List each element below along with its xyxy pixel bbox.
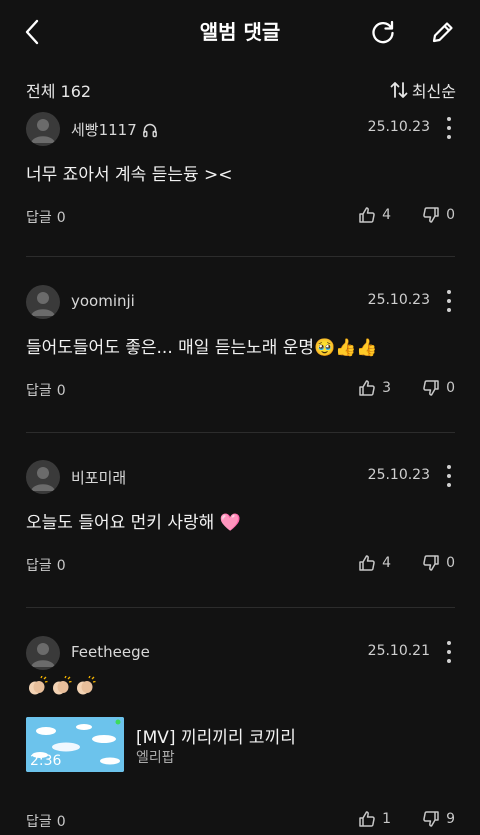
- username-text: 세빵1117: [71, 121, 137, 139]
- comment-footer: 답글 0 4 0: [26, 554, 455, 576]
- reply-label: 답글: [26, 814, 52, 830]
- back-button[interactable]: [18, 16, 46, 48]
- avatar[interactable]: [26, 636, 60, 670]
- thumbs-down-icon: [423, 811, 439, 827]
- pencil-icon: [432, 22, 453, 43]
- comment-date: 25.10.23: [367, 292, 430, 308]
- like-count: 3: [382, 380, 391, 396]
- thumbs-up-icon: [359, 555, 375, 571]
- username-text: 비포미래: [71, 469, 127, 487]
- user-avatar-icon: [31, 292, 55, 316]
- app-header: 앨범 댓글: [0, 0, 480, 62]
- clapping-hands-icon: [29, 676, 48, 695]
- comment-header: yoominji 25.10.23: [26, 285, 456, 319]
- comment-footer: 답글 0 3 0: [26, 379, 455, 401]
- track-title: [MV] 끼리끼리 코끼리: [136, 728, 296, 748]
- edit-button[interactable]: [428, 16, 458, 48]
- like-button[interactable]: 4: [358, 206, 391, 224]
- comment-emoji: [26, 676, 96, 696]
- dislike-count: 0: [446, 380, 455, 396]
- comment-date: 25.10.21: [367, 643, 430, 659]
- more-options-button[interactable]: [442, 115, 456, 141]
- chevron-left-icon: [25, 19, 39, 45]
- video-thumbnail[interactable]: 2:36: [26, 717, 124, 772]
- avatar[interactable]: [26, 285, 60, 319]
- like-count: 1: [382, 811, 391, 827]
- refresh-button[interactable]: [368, 16, 398, 48]
- divider: [26, 256, 455, 257]
- thumbs-up-icon: [359, 380, 375, 396]
- reply-label: 답글: [26, 383, 52, 399]
- sort-button[interactable]: 최신순: [390, 78, 456, 102]
- username-text: Feetheege: [71, 643, 150, 661]
- page-title: 앨범 댓글: [199, 20, 281, 44]
- avatar[interactable]: [26, 460, 60, 494]
- reply-count: 0: [56, 383, 66, 399]
- dislike-count: 9: [446, 811, 455, 827]
- like-button[interactable]: 1: [358, 810, 391, 828]
- more-options-button[interactable]: [442, 639, 456, 665]
- dislike-button[interactable]: 9: [422, 810, 455, 828]
- user-avatar-icon: [31, 643, 55, 667]
- comment-date: 25.10.23: [367, 467, 430, 483]
- clapping-hands-icon: [53, 676, 72, 695]
- divider: [26, 432, 455, 433]
- comment-date: 25.10.23: [367, 119, 430, 135]
- like-count: 4: [382, 207, 391, 223]
- reply-count: 0: [56, 814, 66, 830]
- thumbs-up-icon: [359, 811, 375, 827]
- thumbs-down-icon: [423, 555, 439, 571]
- like-button[interactable]: 4: [358, 554, 391, 572]
- reply-button[interactable]: 답글 0: [26, 811, 66, 831]
- dislike-button[interactable]: 0: [422, 554, 455, 572]
- reply-button[interactable]: 답글 0: [26, 380, 66, 400]
- sort-label: 최신순: [411, 82, 456, 101]
- dislike-count: 0: [446, 555, 455, 571]
- reply-label: 답글: [26, 558, 52, 574]
- comment-summary: 전체 162 최신순: [26, 78, 456, 102]
- thumbs-up-icon: [359, 207, 375, 223]
- reply-button[interactable]: 답글 0: [26, 207, 66, 227]
- clapping-hands-icon: [77, 676, 96, 695]
- comment-header: 세빵1117 25.10.23: [26, 112, 456, 146]
- attached-track[interactable]: 2:36 [MV] 끼리끼리 코끼리 엘리팝: [26, 717, 446, 773]
- reply-count: 0: [56, 558, 66, 574]
- username-text: yoominji: [71, 292, 135, 310]
- video-duration: 2:36: [30, 753, 62, 769]
- refresh-icon: [372, 20, 394, 44]
- username[interactable]: Feetheege: [71, 643, 150, 661]
- dislike-button[interactable]: 0: [422, 206, 455, 224]
- comment-header: Feetheege 25.10.21: [26, 636, 456, 670]
- comment-text: 들어도들어도 좋은... 매일 듣는노래 운명🥹👍👍: [26, 338, 378, 358]
- thumbs-down-icon: [423, 207, 439, 223]
- comment-footer: 답글 0 4 0: [26, 206, 455, 228]
- headphones-icon: [142, 123, 157, 137]
- comment-footer: 답글 0 1 9: [26, 810, 455, 832]
- more-options-button[interactable]: [442, 288, 456, 314]
- reply-label: 답글: [26, 210, 52, 226]
- divider: [26, 607, 455, 608]
- thumbs-down-icon: [423, 380, 439, 396]
- reply-count: 0: [56, 210, 66, 226]
- username[interactable]: 세빵1117: [71, 119, 158, 140]
- sort-arrows-icon: [390, 82, 408, 98]
- comment-text: 오늘도 들어요 먼키 사랑해 🩷: [26, 513, 241, 533]
- avatar[interactable]: [26, 112, 60, 146]
- username[interactable]: 비포미래: [71, 467, 126, 488]
- like-count: 4: [382, 555, 391, 571]
- reply-button[interactable]: 답글 0: [26, 555, 66, 575]
- track-artist: 엘리팝: [136, 750, 175, 766]
- total-count: 전체 162: [26, 82, 92, 101]
- comment-text: 너무 죠아서 계속 듣는듕 ><: [26, 165, 233, 185]
- comment-header: 비포미래 25.10.23: [26, 460, 456, 494]
- dislike-count: 0: [446, 207, 455, 223]
- like-button[interactable]: 3: [358, 379, 391, 397]
- dislike-button[interactable]: 0: [422, 379, 455, 397]
- username[interactable]: yoominji: [71, 292, 135, 310]
- user-avatar-icon: [31, 119, 55, 143]
- user-avatar-icon: [31, 467, 55, 491]
- more-options-button[interactable]: [442, 463, 456, 489]
